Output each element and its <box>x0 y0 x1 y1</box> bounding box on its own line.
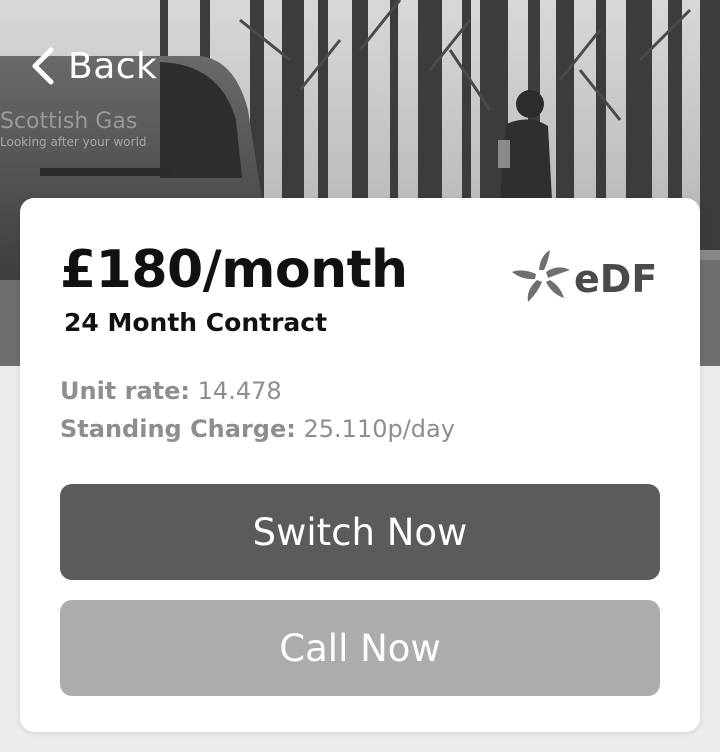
unit-rate-row: Unit rate: 14.478 <box>60 372 455 410</box>
chevron-left-icon <box>32 47 54 85</box>
van-brand-text: Scottish Gas <box>0 109 137 134</box>
rate-details: Unit rate: 14.478 Standing Charge: 25.11… <box>60 372 455 448</box>
edf-logo-text: eDF <box>574 257 657 301</box>
standing-charge-row: Standing Charge: 25.110p/day <box>60 410 455 448</box>
unit-rate-value: 14.478 <box>197 377 282 405</box>
tariff-card: £180/month 24 Month Contract eDF Unit ra… <box>20 198 700 732</box>
standing-charge-label: Standing Charge: <box>60 415 296 443</box>
edf-logo-icon: eDF <box>512 250 657 302</box>
switch-now-button[interactable]: Switch Now <box>60 484 660 580</box>
van-tagline-text: Looking after your world <box>0 135 147 149</box>
call-now-button[interactable]: Call Now <box>60 600 660 696</box>
back-button[interactable]: Back <box>30 40 157 92</box>
unit-rate-label: Unit rate: <box>60 377 191 405</box>
price-per-month: £180/month <box>60 240 408 300</box>
contract-length: 24 Month Contract <box>64 308 328 337</box>
supplier-logo: eDF <box>504 242 664 312</box>
back-label: Back <box>68 45 158 87</box>
standing-charge-value: 25.110p/day <box>303 415 455 443</box>
